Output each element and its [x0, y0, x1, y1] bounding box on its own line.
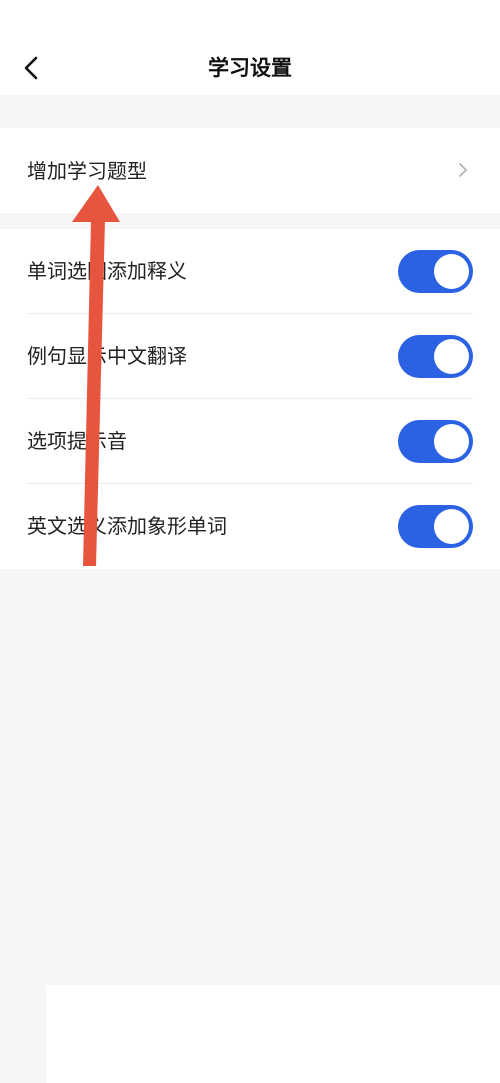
- toggle-image-definition[interactable]: [398, 250, 473, 293]
- toggle-knob: [434, 509, 469, 544]
- toggle-pictograph-words[interactable]: [398, 505, 473, 548]
- setting-label: 单词选图添加释义: [27, 259, 187, 283]
- settings-list: 单词选图添加释义 例句显示中文翻译 选项提示音 英文选义添加象形单词: [0, 229, 500, 569]
- setting-label: 例句显示中文翻译: [27, 344, 187, 368]
- toggle-knob: [434, 339, 469, 374]
- setting-row-pictograph-words: 英文选义添加象形单词: [0, 484, 500, 569]
- add-question-type-row[interactable]: 增加学习题型: [0, 128, 500, 213]
- add-question-type-label: 增加学习题型: [27, 159, 147, 183]
- bottom-area: [46, 985, 500, 1083]
- setting-label: 英文选义添加象形单词: [27, 514, 227, 538]
- setting-row-image-definition: 单词选图添加释义: [0, 229, 500, 314]
- setting-label: 选项提示音: [27, 429, 127, 453]
- page-title: 学习设置: [208, 56, 292, 80]
- toggle-knob: [434, 424, 469, 459]
- top-bar: 学习设置: [0, 0, 500, 95]
- chevron-right-icon: [459, 163, 467, 177]
- setting-row-sentence-translation: 例句显示中文翻译: [0, 314, 500, 399]
- toggle-option-sound[interactable]: [398, 420, 473, 463]
- toggle-knob: [434, 254, 469, 289]
- setting-row-option-sound: 选项提示音: [0, 399, 500, 484]
- toggle-sentence-translation[interactable]: [398, 335, 473, 378]
